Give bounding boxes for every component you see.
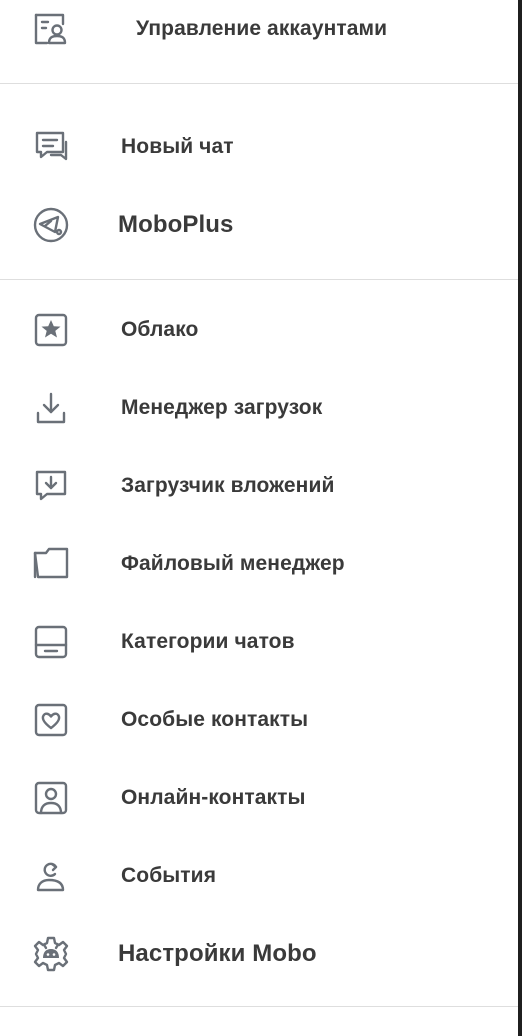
settings-gear-icon bbox=[30, 933, 72, 975]
menu-item-label: Онлайн-контакты bbox=[121, 786, 306, 809]
drawer-shadow-edge bbox=[518, 0, 522, 1036]
menu-item-moboplus[interactable]: MoboPlus bbox=[0, 186, 518, 264]
menu-item-chat-categories[interactable]: Категории чатов bbox=[0, 603, 518, 681]
menu-item-special-contacts[interactable]: Особые контакты bbox=[0, 681, 518, 759]
events-icon bbox=[30, 855, 72, 897]
menu-item-attachment-downloader[interactable]: Загрузчик вложений bbox=[0, 447, 518, 525]
divider bbox=[0, 279, 518, 280]
menu-item-label: Файловый менеджер bbox=[121, 552, 345, 575]
menu-item-label: События bbox=[121, 864, 217, 887]
menu-item-download-manager[interactable]: Менеджер загрузок bbox=[0, 369, 518, 447]
divider bbox=[0, 83, 518, 84]
menu-item-cloud[interactable]: Облако bbox=[0, 291, 518, 369]
divider bbox=[0, 1006, 518, 1007]
menu-item-label: Менеджер загрузок bbox=[121, 396, 323, 419]
folder-icon bbox=[30, 543, 72, 585]
menu-item-label: MoboPlus bbox=[118, 211, 234, 238]
menu-item-new-chat[interactable]: Новый чат bbox=[0, 108, 518, 186]
cloud-star-icon bbox=[30, 309, 72, 351]
menu-item-label: Загрузчик вложений bbox=[121, 474, 335, 497]
menu-item-online-contacts[interactable]: Онлайн-контакты bbox=[0, 759, 518, 837]
download-icon bbox=[30, 387, 72, 429]
menu-item-label: Особые контакты bbox=[121, 708, 309, 731]
menu-item-label: Новый чат bbox=[121, 135, 234, 158]
heart-contact-icon bbox=[30, 699, 72, 741]
account-management-icon bbox=[30, 8, 72, 50]
menu-item-settings[interactable]: Настройки Mobo bbox=[0, 915, 518, 993]
navigation-drawer: Управление аккаунтами Новый чат MoboPlus bbox=[0, 0, 518, 1036]
menu-item-file-manager[interactable]: Файловый менеджер bbox=[0, 525, 518, 603]
new-chat-icon bbox=[30, 126, 72, 168]
menu-item-label: Категории чатов bbox=[121, 630, 295, 653]
account-management-item[interactable]: Управление аккаунтами bbox=[0, 0, 518, 68]
attachment-download-icon bbox=[30, 465, 72, 507]
moboplus-icon bbox=[30, 204, 72, 246]
menu-item-label: Настройки Mobo bbox=[118, 940, 317, 967]
account-management-label: Управление аккаунтами bbox=[136, 17, 388, 40]
menu-item-events[interactable]: События bbox=[0, 837, 518, 915]
online-contact-icon bbox=[30, 777, 72, 819]
chat-categories-icon bbox=[30, 621, 72, 663]
menu-item-label: Облако bbox=[121, 318, 199, 341]
